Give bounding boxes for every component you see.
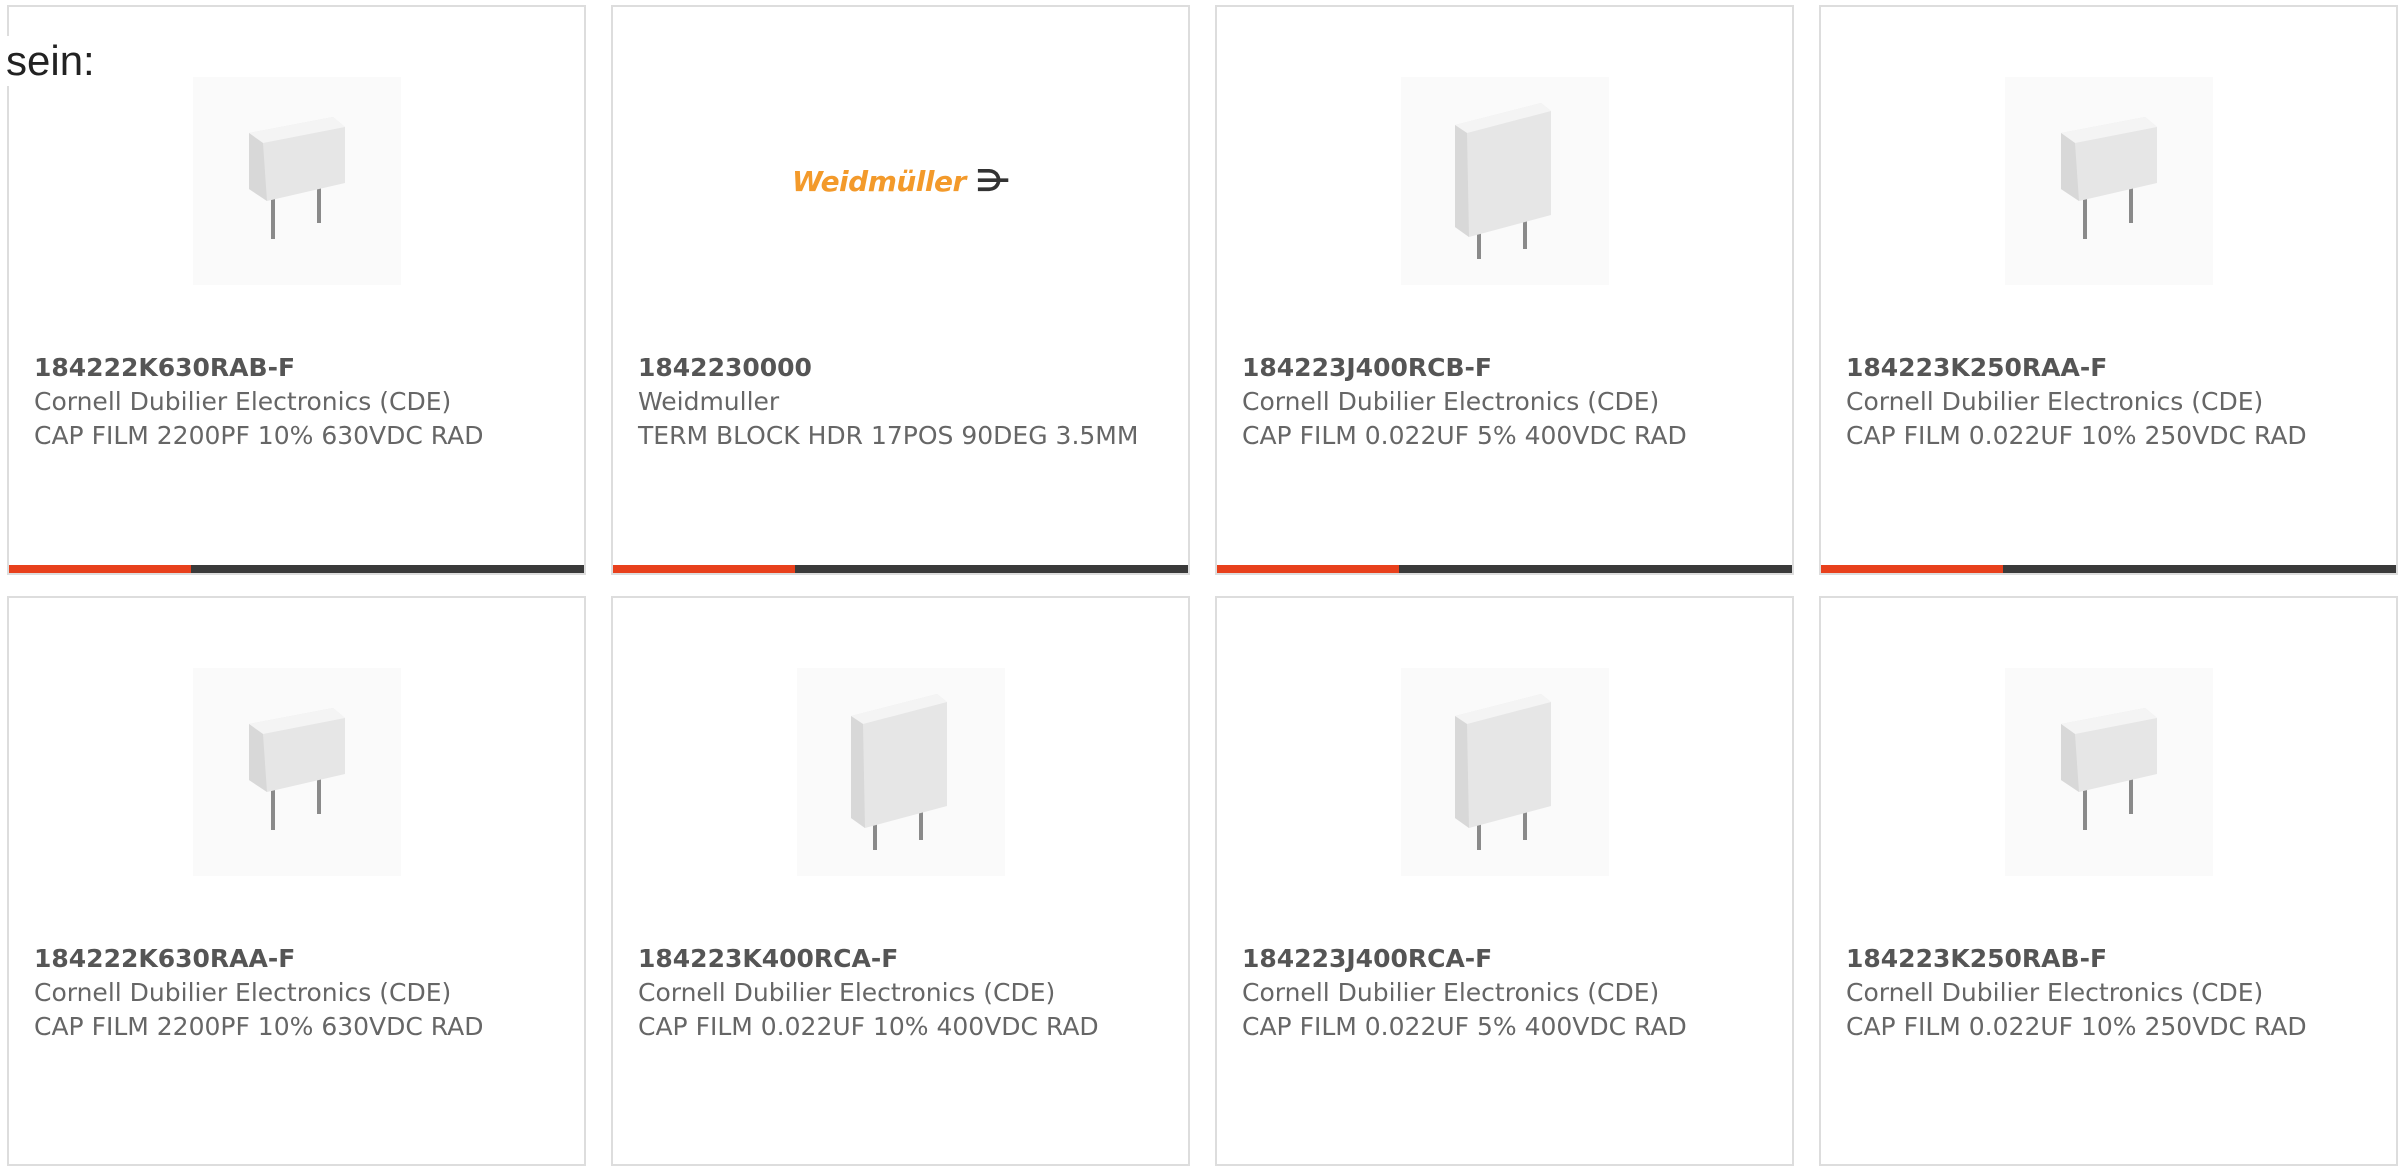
product-card[interactable]: 184223J400RCB-F Cornell Dubilier Electro… xyxy=(1215,5,1794,575)
part-number[interactable]: 184222K630RAA-F xyxy=(34,942,554,976)
product-info: 184222K630RAB-F Cornell Dubilier Electro… xyxy=(34,351,554,453)
description: CAP FILM 2200PF 10% 630VDC RAD xyxy=(34,1012,484,1041)
description: CAP FILM 0.022UF 10% 250VDC RAD xyxy=(1846,1012,2307,1041)
card-footer-bar xyxy=(613,565,1188,573)
small-capacitor-icon xyxy=(2005,668,2213,876)
product-info: 184223K250RAA-F Cornell Dubilier Electro… xyxy=(1846,351,2366,453)
intro-text: sein: xyxy=(6,36,95,86)
product-card[interactable]: 184223J400RCA-F Cornell Dubilier Electro… xyxy=(1215,596,1794,1166)
manufacturer: Cornell Dubilier Electronics (CDE) xyxy=(34,978,452,1007)
weidmuller-mark-icon: ⋺ xyxy=(975,163,1011,199)
capacitor-image[interactable] xyxy=(193,77,401,285)
manufacturer: Cornell Dubilier Electronics (CDE) xyxy=(1846,387,2264,416)
manufacturer: Weidmuller xyxy=(638,387,780,416)
manufacturer: Cornell Dubilier Electronics (CDE) xyxy=(1242,978,1660,1007)
card-footer-bar xyxy=(9,565,584,573)
product-grid: 184222K630RAB-F Cornell Dubilier Electro… xyxy=(0,0,2400,1166)
product-card[interactable]: 184222K630RAB-F Cornell Dubilier Electro… xyxy=(7,5,586,575)
product-card[interactable]: Weidmüller ⋺ 1842230000 Weidmuller TERM … xyxy=(611,5,1190,575)
large-capacitor-icon xyxy=(797,668,1005,876)
product-card[interactable]: 184223K250RAA-F Cornell Dubilier Electro… xyxy=(1819,5,2398,575)
product-info: 184223J400RCA-F Cornell Dubilier Electro… xyxy=(1242,942,1762,1044)
small-capacitor-icon xyxy=(193,668,401,876)
card-footer-bar xyxy=(1821,565,2396,573)
description: CAP FILM 0.022UF 5% 400VDC RAD xyxy=(1242,1012,1687,1041)
product-card[interactable]: 184223K250RAB-F Cornell Dubilier Electro… xyxy=(1819,596,2398,1166)
part-number[interactable]: 184223J400RCA-F xyxy=(1242,942,1762,976)
product-info: 184223K400RCA-F Cornell Dubilier Electro… xyxy=(638,942,1158,1044)
small-capacitor-icon xyxy=(2005,77,2213,285)
description: CAP FILM 0.022UF 10% 400VDC RAD xyxy=(638,1012,1099,1041)
part-number[interactable]: 1842230000 xyxy=(638,351,1158,385)
brand-logo-image[interactable]: Weidmüller ⋺ xyxy=(792,77,1011,285)
description: CAP FILM 0.022UF 10% 250VDC RAD xyxy=(1846,421,2307,450)
capacitor-image[interactable] xyxy=(2005,668,2213,876)
description: CAP FILM 2200PF 10% 630VDC RAD xyxy=(34,421,484,450)
capacitor-image[interactable] xyxy=(1401,668,1609,876)
manufacturer: Cornell Dubilier Electronics (CDE) xyxy=(1242,387,1660,416)
card-accent-bar xyxy=(9,565,191,573)
capacitor-image[interactable] xyxy=(2005,77,2213,285)
small-capacitor-icon xyxy=(193,77,401,285)
weidmuller-logo: Weidmüller ⋺ xyxy=(791,163,1011,199)
description: TERM BLOCK HDR 17POS 90DEG 3.5MM xyxy=(638,421,1139,450)
capacitor-image[interactable] xyxy=(1401,77,1609,285)
card-accent-bar xyxy=(613,565,795,573)
part-number[interactable]: 184223K250RAA-F xyxy=(1846,351,2366,385)
part-number[interactable]: 184223K400RCA-F xyxy=(638,942,1158,976)
part-number[interactable]: 184223J400RCB-F xyxy=(1242,351,1762,385)
product-card[interactable]: 184223K400RCA-F Cornell Dubilier Electro… xyxy=(611,596,1190,1166)
product-info: 184223J400RCB-F Cornell Dubilier Electro… xyxy=(1242,351,1762,453)
card-accent-bar xyxy=(1217,565,1399,573)
part-number[interactable]: 184223K250RAB-F xyxy=(1846,942,2366,976)
product-info: 184222K630RAA-F Cornell Dubilier Electro… xyxy=(34,942,554,1044)
capacitor-image[interactable] xyxy=(193,668,401,876)
manufacturer: Cornell Dubilier Electronics (CDE) xyxy=(1846,978,2264,1007)
card-footer-bar xyxy=(1217,565,1792,573)
large-capacitor-icon xyxy=(1401,668,1609,876)
logo-text: Weidmüller xyxy=(791,164,966,198)
manufacturer: Cornell Dubilier Electronics (CDE) xyxy=(34,387,452,416)
card-accent-bar xyxy=(1821,565,2003,573)
product-info: 184223K250RAB-F Cornell Dubilier Electro… xyxy=(1846,942,2366,1044)
manufacturer: Cornell Dubilier Electronics (CDE) xyxy=(638,978,1056,1007)
description: CAP FILM 0.022UF 5% 400VDC RAD xyxy=(1242,421,1687,450)
large-capacitor-icon xyxy=(1401,77,1609,285)
product-info: 1842230000 Weidmuller TERM BLOCK HDR 17P… xyxy=(638,351,1158,453)
product-card[interactable]: 184222K630RAA-F Cornell Dubilier Electro… xyxy=(7,596,586,1166)
part-number[interactable]: 184222K630RAB-F xyxy=(34,351,554,385)
capacitor-image[interactable] xyxy=(797,668,1005,876)
